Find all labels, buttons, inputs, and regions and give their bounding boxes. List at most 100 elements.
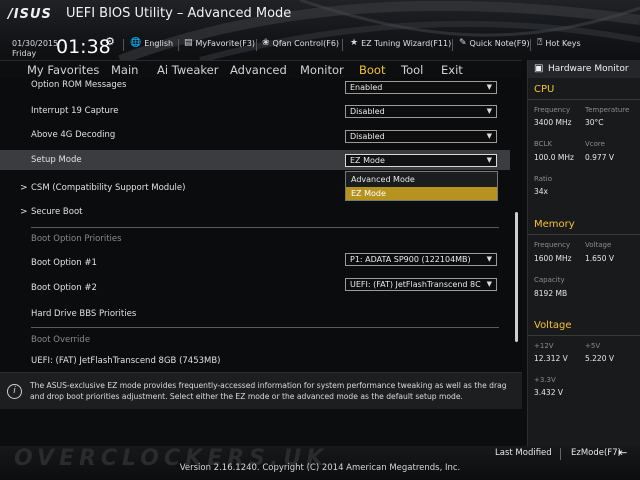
qfan-control-button[interactable]: ❀ Qfan Control(F6) — [262, 38, 339, 48]
asus-logo: /ISUS — [8, 7, 52, 22]
memory-voltage-label: Voltage — [585, 241, 612, 249]
menu-bar: My Favorites Main Ai Tweaker Advanced Mo… — [0, 60, 522, 80]
memory-voltage-value: 1.650 V — [585, 254, 614, 263]
divider — [528, 335, 640, 336]
above4g-value: Disabled — [350, 132, 385, 141]
option-rom-value: Enabled — [350, 83, 383, 92]
boot2-label: Boot Option #2 — [31, 283, 97, 293]
boot1-select[interactable]: P1: ADATA SP900 (122104MB) ▼ — [345, 253, 497, 266]
hardware-monitor-panel: ▣ Hardware Monitor CPU Frequency Tempera… — [527, 60, 640, 446]
cpu-temperature-label: Temperature — [585, 106, 630, 114]
cpu-frequency-label: Frequency — [534, 106, 571, 114]
option-rom-select[interactable]: Enabled ▼ — [345, 81, 497, 94]
scrollbar[interactable] — [515, 212, 518, 342]
tab-main[interactable]: Main — [111, 63, 138, 77]
setup-mode-value: EZ Mode — [350, 156, 385, 165]
tab-monitor[interactable]: Monitor — [300, 63, 344, 77]
above4g-select[interactable]: Disabled ▼ — [345, 130, 497, 143]
voltage-section-title: Voltage — [534, 320, 572, 331]
v12-value: 12.312 V — [534, 354, 568, 363]
link-divider — [342, 39, 343, 51]
hardware-monitor-title: Hardware Monitor — [548, 64, 629, 74]
ez-mode-button[interactable]: EzMode(F7) — [571, 448, 621, 458]
hardware-monitor-header: ▣ Hardware Monitor — [528, 60, 640, 78]
tab-my-favorites[interactable]: My Favorites — [27, 63, 99, 77]
hdd-bbs-row[interactable]: Hard Drive BBS Priorities — [0, 304, 510, 324]
footer-divider — [560, 448, 561, 460]
ratio-value: 34x — [534, 187, 548, 196]
link-divider — [530, 39, 531, 51]
memory-frequency-value: 1600 MHz — [534, 254, 572, 263]
last-modified-button[interactable]: Last Modified — [495, 448, 552, 458]
hot-keys-button[interactable]: ⍰ Hot Keys — [537, 38, 581, 48]
v33-value: 3.432 V — [534, 388, 563, 397]
above4g-label: Above 4G Decoding — [31, 130, 116, 140]
v5-label: +5V — [585, 342, 601, 350]
tab-ai-tweaker[interactable]: Ai Tweaker — [157, 63, 218, 77]
setup-mode-label: Setup Mode — [31, 155, 82, 165]
capacity-value: 8192 MB — [534, 289, 568, 298]
divider — [528, 234, 640, 235]
footer-bar: OVERCLOCKERS.UK Last Modified EzMode(F7)… — [0, 446, 640, 480]
bclk-label: BCLK — [534, 140, 553, 148]
help-panel: i The ASUS-exclusive EZ mode provides fr… — [0, 372, 522, 409]
link-divider — [452, 39, 453, 51]
help-text: The ASUS-exclusive EZ mode provides freq… — [30, 381, 507, 401]
chevron-down-icon: ▼ — [486, 132, 492, 140]
dropdown-option-advanced-mode[interactable]: Advanced Mode — [346, 173, 497, 186]
boot-priorities-header: Boot Option Priorities — [31, 234, 122, 244]
tab-advanced[interactable]: Advanced — [230, 63, 287, 77]
boot-override-header: Boot Override — [31, 335, 91, 345]
chevron-down-icon: ▼ — [486, 107, 492, 115]
date-display: 01/30/2015 Friday — [12, 39, 58, 59]
qfan-control-label: Qfan Control(F6) — [272, 38, 340, 48]
capacity-label: Capacity — [534, 276, 565, 284]
day-text: Friday — [12, 49, 37, 58]
setup-mode-select[interactable]: EZ Mode ▼ — [345, 154, 497, 167]
ratio-label: Ratio — [534, 175, 552, 183]
language-button[interactable]: 🌐 English — [130, 38, 173, 48]
ez-tuning-wizard-button[interactable]: ★ EZ Tuning Wizard(F11) — [350, 38, 451, 48]
v33-label: +3.3V — [534, 376, 556, 384]
override1-row[interactable]: UEFI: (FAT) JetFlashTranscend 8GB (7453M… — [0, 352, 510, 372]
override1-label: UEFI: (FAT) JetFlashTranscend 8GB (7453M… — [31, 356, 221, 366]
chevron-down-icon: ▼ — [486, 280, 492, 288]
memory-frequency-label: Frequency — [534, 241, 571, 249]
hot-keys-label: Hot Keys — [545, 38, 581, 48]
link-divider — [256, 39, 257, 51]
boot1-value: P1: ADATA SP900 (122104MB) — [350, 255, 471, 264]
myfavorite-button[interactable]: ▤ MyFavorite(F3) — [184, 38, 255, 48]
globe-icon: 🌐 — [130, 38, 142, 48]
quick-note-button[interactable]: ✎ Quick Note(F9) — [459, 38, 530, 48]
option-rom-label: Option ROM Messages — [31, 80, 127, 90]
tab-tool[interactable]: Tool — [401, 63, 423, 77]
boot-priorities-header-row: Boot Option Priorities — [0, 230, 510, 250]
exit-arrow-icon[interactable]: ⇤ — [618, 446, 627, 459]
boot-override-header-row: Boot Override — [0, 331, 510, 351]
divider — [31, 227, 499, 228]
quick-note-label: Quick Note(F9) — [469, 38, 530, 48]
boot2-value: UEFI: (FAT) JetFlashTranscend 8C — [350, 280, 481, 289]
link-divider — [178, 39, 179, 51]
tab-exit[interactable]: Exit — [441, 63, 463, 77]
help-icon: ⍰ — [537, 38, 543, 48]
chevron-right-icon: > — [20, 207, 28, 217]
boot2-select[interactable]: UEFI: (FAT) JetFlashTranscend 8C ▼ — [345, 278, 497, 291]
cpu-frequency-value: 3400 MHz — [534, 118, 572, 127]
language-label: English — [144, 38, 174, 48]
chevron-down-icon: ▼ — [486, 83, 492, 91]
time-display: 01:38 — [56, 36, 111, 58]
cpu-temperature-value: 30°C — [585, 118, 604, 127]
memory-section-title: Memory — [534, 219, 575, 230]
interrupt19-select[interactable]: Disabled ▼ — [345, 105, 497, 118]
v12-label: +12V — [534, 342, 554, 350]
chevron-right-icon: > — [20, 183, 28, 193]
csm-label: CSM (Compatibility Support Module) — [31, 183, 186, 193]
vcore-value: 0.977 V — [585, 153, 614, 162]
version-text: Version 2.16.1240. Copyright (C) 2014 Am… — [179, 463, 461, 473]
gear-icon[interactable]: ⚙ — [105, 35, 115, 48]
tab-boot[interactable]: Boot — [359, 63, 386, 80]
dropdown-option-ez-mode[interactable]: EZ Mode — [346, 187, 497, 200]
secure-boot-row[interactable]: > Secure Boot — [0, 202, 510, 222]
link-divider — [123, 39, 124, 51]
